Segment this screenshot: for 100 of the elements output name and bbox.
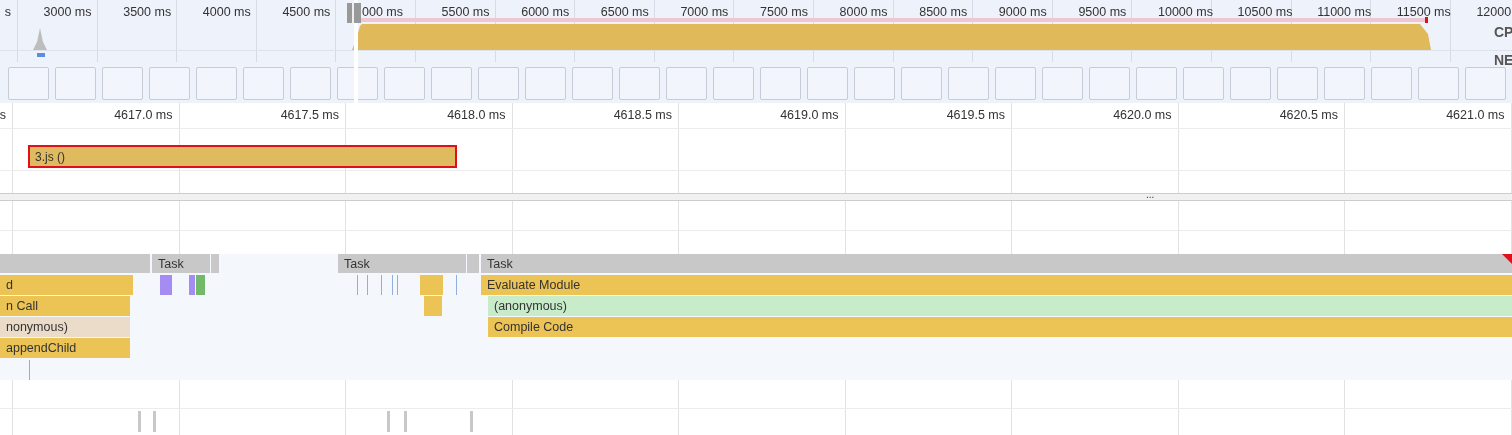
time-label: 7500 ms <box>760 5 808 19</box>
screenshot-frame <box>1136 67 1177 100</box>
screenshot-frame <box>1183 67 1224 100</box>
time-label: 12000 <box>1476 5 1512 19</box>
screenshot-frame <box>619 67 660 100</box>
screenshot-frame <box>854 67 895 100</box>
event-marker <box>470 411 473 432</box>
event-tick <box>456 275 457 295</box>
time-label: 5500 ms <box>441 5 490 19</box>
track-label: NE <box>1494 52 1512 68</box>
time-label: 3000 ms <box>43 5 92 19</box>
event-tick <box>29 360 30 380</box>
screenshot-frame <box>196 67 237 100</box>
time-label: 000 ms <box>362 5 403 19</box>
call-bar[interactable]: appendChild <box>0 338 130 358</box>
screenshot-frame <box>1277 67 1318 100</box>
screenshot-frame <box>995 67 1036 100</box>
script-event[interactable]: 3.js () <box>28 145 457 168</box>
event-tick <box>397 275 398 295</box>
call-bar[interactable]: nonymous) <box>0 317 130 337</box>
time-label: 4621.0 ms <box>1446 108 1505 122</box>
task-bar[interactable] <box>211 254 219 273</box>
time-label: 9500 ms <box>1078 5 1127 19</box>
call-bar[interactable] <box>189 275 195 295</box>
screenshot-frame <box>807 67 848 100</box>
time-label: 6500 ms <box>600 5 649 19</box>
screenshot-frame <box>948 67 989 100</box>
event-marker <box>138 411 141 432</box>
call-bar[interactable]: Compile Code <box>488 317 1512 337</box>
event-tick <box>367 275 368 295</box>
track-label: CP <box>1494 24 1512 40</box>
event-marker <box>404 411 407 432</box>
event-marker <box>387 411 390 432</box>
task-bar[interactable]: Task <box>338 254 466 273</box>
screenshot-frame <box>1418 67 1459 100</box>
time-label: 11000 ms <box>1317 5 1372 19</box>
screenshot-frame <box>243 67 284 100</box>
event-tick <box>392 275 393 295</box>
task-bar[interactable] <box>0 254 150 273</box>
time-label: 4000 ms <box>202 5 251 19</box>
screenshot-frame <box>478 67 519 100</box>
time-label: 4618.0 ms <box>447 108 506 122</box>
task-bar[interactable]: Task <box>152 254 210 273</box>
screenshot-frame <box>1089 67 1130 100</box>
screenshot-frame <box>1230 67 1271 100</box>
time-label: 4618.5 ms <box>613 108 672 122</box>
screenshot-frame <box>572 67 613 100</box>
time-label: 7000 ms <box>680 5 729 19</box>
screenshot-frame <box>55 67 96 100</box>
time-label: 4620.5 ms <box>1279 108 1338 122</box>
call-bar[interactable]: (anonymous) <box>488 296 1512 316</box>
time-label: 4617.0 ms <box>114 108 173 122</box>
call-bar[interactable] <box>420 275 443 295</box>
time-label: 9000 ms <box>998 5 1047 19</box>
task-bar[interactable]: Task <box>481 254 1512 273</box>
time-label: s <box>0 108 6 122</box>
task-bar[interactable] <box>473 254 479 273</box>
screenshot-frame <box>713 67 754 100</box>
screenshot-frame <box>1324 67 1365 100</box>
event-marker <box>153 411 156 432</box>
time-label: 8500 ms <box>919 5 968 19</box>
event-marker <box>37 53 45 57</box>
time-label: 4617.5 ms <box>280 108 339 122</box>
screenshot-frame <box>102 67 143 100</box>
time-label: 6000 ms <box>521 5 570 19</box>
time-label: 4619.5 ms <box>946 108 1005 122</box>
call-bar[interactable]: n Call <box>0 296 130 316</box>
screenshot-frame <box>290 67 331 100</box>
range-handle[interactable] <box>347 3 361 23</box>
time-label: 4620.0 ms <box>1113 108 1172 122</box>
screenshot-frame <box>901 67 942 100</box>
call-bar[interactable] <box>160 275 172 295</box>
screenshot-frame <box>431 67 472 100</box>
time-label: 11500 ms <box>1396 5 1451 19</box>
event-tick <box>381 275 382 295</box>
screenshot-frame <box>1371 67 1412 100</box>
event-tick <box>357 275 358 295</box>
screenshot-frame <box>337 67 378 100</box>
screenshot-frame <box>525 67 566 100</box>
screenshot-frame <box>1042 67 1083 100</box>
screenshot-frame <box>8 67 49 100</box>
screenshot-frame <box>149 67 190 100</box>
call-bar[interactable] <box>424 296 442 316</box>
screenshot-frame <box>666 67 707 100</box>
time-label: 10500 ms <box>1237 5 1293 19</box>
call-bar[interactable] <box>196 275 205 295</box>
task-bar[interactable] <box>467 254 473 273</box>
time-label: 4500 ms <box>282 5 331 19</box>
time-label: 4619.0 ms <box>780 108 839 122</box>
screenshot-frame <box>384 67 425 100</box>
time-label: 3500 ms <box>123 5 172 19</box>
call-bar[interactable]: d <box>0 275 133 295</box>
time-label: s <box>4 5 11 19</box>
panel-splitter[interactable]: ... <box>0 193 1512 201</box>
time-label: 8000 ms <box>839 5 888 19</box>
screenshot-frame <box>760 67 801 100</box>
error-marker <box>1425 17 1428 23</box>
call-bar[interactable]: Evaluate Module <box>481 275 1512 295</box>
screenshot-frame <box>1465 67 1506 100</box>
time-label: 10000 ms <box>1158 5 1213 19</box>
